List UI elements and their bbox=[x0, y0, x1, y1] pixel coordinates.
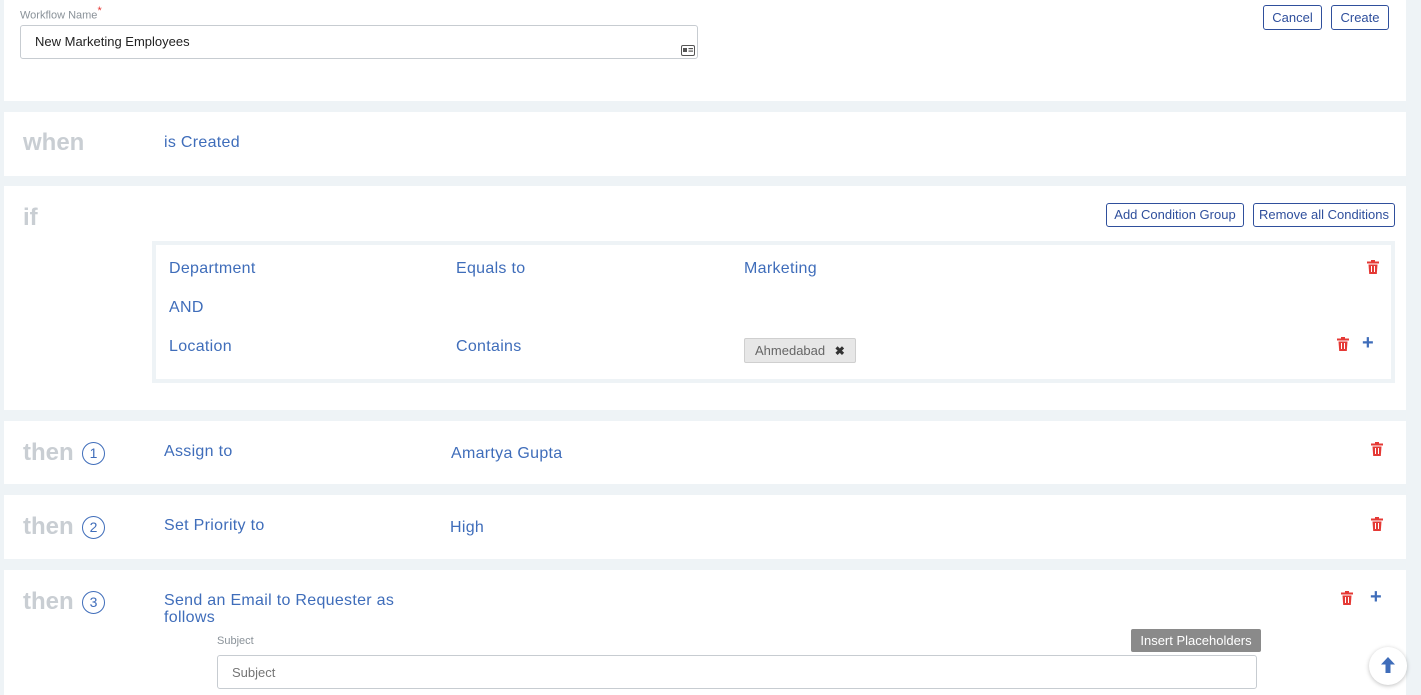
cancel-button[interactable]: Cancel bbox=[1263, 5, 1322, 30]
delete-condition-icon[interactable] bbox=[1367, 260, 1379, 274]
scroll-to-top-button[interactable] bbox=[1369, 647, 1407, 685]
delete-action-icon[interactable] bbox=[1371, 442, 1383, 456]
step-number-badge: 1 bbox=[82, 442, 105, 465]
delete-action-icon[interactable] bbox=[1341, 591, 1353, 605]
condition-joiner[interactable]: AND bbox=[169, 299, 204, 317]
condition-field[interactable]: Department bbox=[169, 260, 256, 278]
condition-value-tag[interactable]: Ahmedabad ✖ bbox=[744, 338, 856, 363]
action-card-2: then 2 Set Priority to High bbox=[4, 495, 1406, 559]
condition-operator[interactable]: Equals to bbox=[456, 260, 525, 278]
condition-value[interactable]: Marketing bbox=[744, 260, 817, 278]
action-type[interactable]: Send an Email to Requester as follows bbox=[164, 592, 424, 626]
add-action-icon[interactable]: + bbox=[1370, 587, 1382, 607]
condition-field[interactable]: Location bbox=[169, 338, 232, 356]
contact-card-icon[interactable] bbox=[681, 36, 695, 56]
subject-input[interactable] bbox=[217, 655, 1257, 689]
remove-all-conditions-button[interactable]: Remove all Conditions bbox=[1253, 203, 1395, 227]
then-keyword: then bbox=[23, 513, 74, 540]
tag-label: Ahmedabad bbox=[755, 343, 826, 358]
required-mark: * bbox=[97, 5, 102, 17]
add-condition-icon[interactable]: + bbox=[1362, 333, 1374, 353]
condition-operator[interactable]: Contains bbox=[456, 338, 522, 356]
if-keyword: if bbox=[23, 204, 38, 231]
action-type[interactable]: Assign to bbox=[164, 443, 233, 461]
workflow-name-input[interactable]: New Marketing Employees bbox=[20, 25, 698, 59]
action-card-1: then 1 Assign to Amartya Gupta bbox=[4, 421, 1406, 484]
action-card-3: then 3 Send an Email to Requester as fol… bbox=[4, 570, 1406, 695]
remove-tag-icon[interactable]: ✖ bbox=[835, 344, 845, 358]
workflow-name-value: New Marketing Employees bbox=[35, 34, 190, 49]
delete-condition-icon[interactable] bbox=[1337, 337, 1349, 351]
then-keyword: then bbox=[23, 588, 74, 615]
when-card: when is Created bbox=[4, 112, 1406, 176]
action-type[interactable]: Set Priority to bbox=[164, 517, 265, 535]
trigger-value[interactable]: is Created bbox=[164, 134, 240, 152]
workflow-header-card: Workflow Name* New Marketing Employees C… bbox=[4, 0, 1406, 101]
create-button[interactable]: Create bbox=[1331, 5, 1389, 30]
arrow-up-icon bbox=[1379, 656, 1397, 679]
step-number-badge: 3 bbox=[82, 591, 105, 614]
workflow-name-label: Workflow Name* bbox=[20, 5, 102, 22]
insert-placeholders-button[interactable]: Insert Placeholders bbox=[1131, 629, 1261, 652]
if-card: if Add Condition Group Remove all Condit… bbox=[4, 186, 1406, 410]
delete-action-icon[interactable] bbox=[1371, 517, 1383, 531]
condition-group: Department Equals to Marketing AND Locat… bbox=[152, 241, 1395, 383]
action-value[interactable]: Amartya Gupta bbox=[451, 445, 563, 463]
add-condition-group-button[interactable]: Add Condition Group bbox=[1106, 203, 1244, 227]
then-keyword: then bbox=[23, 439, 74, 466]
subject-label: Subject bbox=[217, 635, 254, 647]
when-keyword: when bbox=[23, 129, 85, 156]
step-number-badge: 2 bbox=[82, 516, 105, 539]
action-value[interactable]: High bbox=[450, 519, 484, 537]
